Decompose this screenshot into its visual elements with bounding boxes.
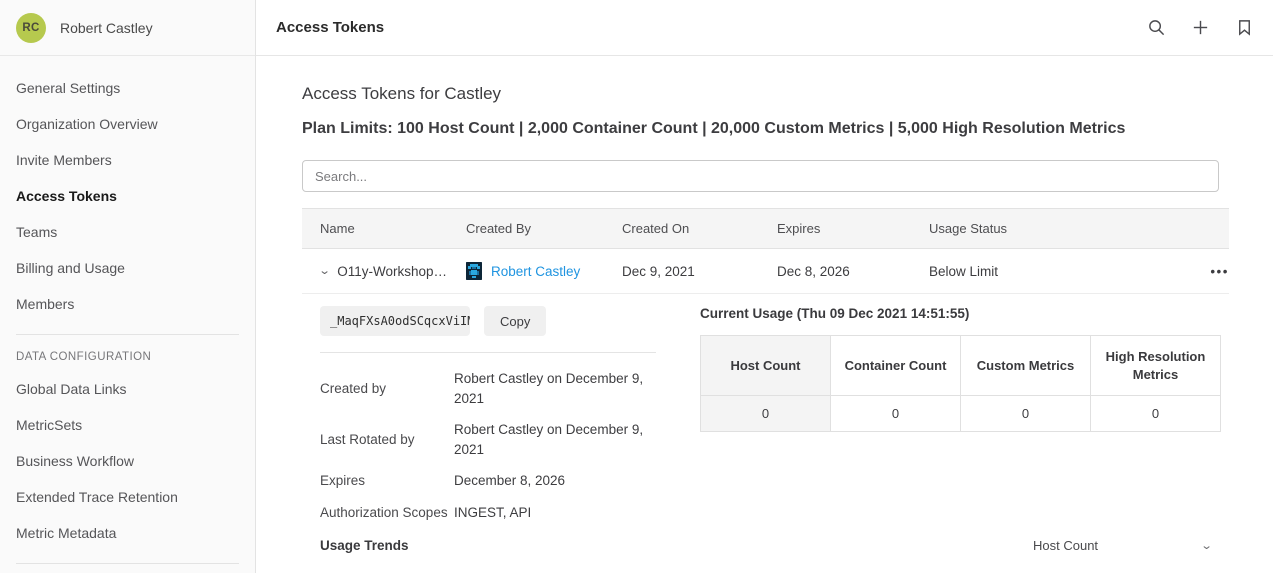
- token-detail-panel: _MaqFXsA0odSCqcxViIM Copy Created by Rob…: [302, 302, 1229, 528]
- usage-column-high-resolution-metrics: High Resolution Metrics: [1090, 334, 1221, 397]
- sidebar-item-business-workflow[interactable]: Business Workflow: [0, 443, 255, 479]
- usage-value-container-count: 0: [830, 395, 961, 433]
- search-input[interactable]: [302, 160, 1219, 192]
- row-actions-menu-icon[interactable]: •••: [1149, 248, 1229, 294]
- usage-trends-selected-metric: Host Count: [1033, 538, 1099, 554]
- usage-header-row: Host Count Container Count Custom Metric…: [700, 334, 1221, 397]
- usage-value-host-count: 0: [700, 395, 831, 433]
- meta-value-created-by: Robert Castley on December 9, 2021: [454, 371, 644, 406]
- column-header-created-by[interactable]: Created By: [466, 208, 622, 249]
- created-by-link[interactable]: Robert Castley: [491, 264, 580, 279]
- current-usage-section: Current Usage (Thu 09 Dec 2021 14:51:55)…: [674, 302, 1229, 528]
- chevron-down-icon[interactable]: ⌄: [318, 265, 330, 277]
- topbar-actions: [1145, 17, 1255, 39]
- access-tokens-heading: Access Tokens for Castley: [302, 84, 502, 103]
- sidebar-item-global-data-links[interactable]: Global Data Links: [0, 371, 255, 407]
- current-usage-table: Host Count Container Count Custom Metric…: [700, 334, 1221, 433]
- tokens-table-body: ⌄ O11y-Workshop… Robert Castley Dec 9, 2…: [302, 248, 1229, 294]
- meta-row-authorization-scopes: Authorization Scopes INGEST, API: [320, 497, 656, 529]
- sidebar-item-invite-members[interactable]: Invite Members: [0, 142, 255, 178]
- plus-icon[interactable]: [1189, 17, 1211, 39]
- token-value-row: _MaqFXsA0odSCqcxViIM Copy: [302, 302, 674, 336]
- usage-trends-metric-select[interactable]: Host Count ⌄: [1033, 538, 1229, 553]
- meta-value-last-rotated-by: Robert Castley on December 9, 2021: [454, 422, 644, 457]
- sidebar-item-billing-and-usage[interactable]: Billing and Usage: [0, 250, 255, 286]
- current-usage-body: 0 0 0 0: [700, 395, 1221, 433]
- column-header-actions: [1149, 208, 1229, 249]
- usage-trends-bar: Usage Trends Host Count ⌄: [302, 538, 1229, 553]
- user-avatar-icon: [466, 262, 482, 280]
- usage-column-custom-metrics: Custom Metrics: [960, 334, 1091, 397]
- usage-column-container-count: Container Count: [830, 334, 961, 397]
- token-metadata-list: Created by Robert Castley on December 9,…: [302, 353, 674, 528]
- column-header-usage-status[interactable]: Usage Status: [929, 208, 1149, 249]
- main-panel: Access Tokens Access Tokens for Castley …: [256, 0, 1273, 573]
- tokens-table-header: Name Created By Created On Expires Usage…: [302, 208, 1229, 249]
- meta-label-authorization-scopes: Authorization Scopes: [320, 504, 448, 520]
- usage-value-high-resolution-metrics: 0: [1090, 395, 1221, 433]
- usage-value-custom-metrics: 0: [960, 395, 1091, 433]
- sidebar-item-metricsets[interactable]: MetricSets: [0, 407, 255, 443]
- avatar: RC: [16, 12, 46, 43]
- meta-label-created-by: Created by: [320, 380, 387, 396]
- bookmark-icon[interactable]: [1233, 17, 1255, 39]
- sidebar-item-metric-metadata[interactable]: Metric Metadata: [0, 515, 255, 551]
- sidebar-item-general-settings[interactable]: General Settings: [0, 70, 255, 106]
- token-detail-left: _MaqFXsA0odSCqcxViIM Copy Created by Rob…: [302, 302, 674, 528]
- cell-token-name: ⌄ O11y-Workshop…: [302, 248, 466, 294]
- usage-value-row: 0 0 0 0: [700, 395, 1221, 433]
- plan-limits-text: Plan Limits: 100 Host Count | 2,000 Cont…: [302, 120, 1126, 137]
- page-title: Access Tokens: [276, 19, 385, 36]
- table-row[interactable]: ⌄ O11y-Workshop… Robert Castley Dec 9, 2…: [302, 248, 1229, 294]
- meta-value-expires: December 8, 2026: [454, 473, 566, 489]
- app-root: RC Robert Castley General Settings Organ…: [0, 0, 1273, 573]
- search-icon[interactable]: [1145, 17, 1167, 39]
- sidebar-item-extended-trace-retention[interactable]: Extended Trace Retention: [0, 479, 255, 515]
- sidebar-divider-bottom: [16, 563, 239, 564]
- chevron-down-icon: ⌄: [1200, 540, 1213, 553]
- sidebar-item-access-tokens[interactable]: Access Tokens: [0, 178, 255, 214]
- meta-label-last-rotated-by: Last Rotated by: [320, 431, 415, 447]
- sidebar-group-label-data-configuration: DATA CONFIGURATION: [16, 351, 152, 363]
- copy-button[interactable]: Copy: [484, 306, 547, 336]
- sidebar-item-members[interactable]: Members: [0, 286, 255, 322]
- meta-row-created-by: Created by Robert Castley on December 9,…: [320, 363, 656, 414]
- meta-value-authorization-scopes: INGEST, API: [454, 504, 532, 520]
- sidebar-user-name: Robert Castley: [60, 19, 153, 36]
- page-content: Access Tokens for Castley Plan Limits: 1…: [256, 56, 1273, 553]
- current-usage-header: Host Count Container Count Custom Metric…: [700, 334, 1221, 397]
- column-header-name[interactable]: Name: [302, 208, 466, 249]
- sidebar-item-organization-overview[interactable]: Organization Overview: [0, 106, 255, 142]
- sidebar-nav: General Settings Organization Overview I…: [0, 56, 255, 564]
- column-header-expires[interactable]: Expires: [777, 208, 929, 249]
- usage-column-host-count: Host Count: [700, 334, 831, 397]
- column-header-created-on[interactable]: Created On: [622, 208, 777, 249]
- cell-usage-status: Below Limit: [929, 248, 1149, 294]
- usage-trends-title: Usage Trends: [320, 538, 409, 554]
- table-header-row: Name Created By Created On Expires Usage…: [302, 208, 1229, 249]
- sidebar-user[interactable]: RC Robert Castley: [0, 0, 255, 56]
- meta-label-expires: Expires: [320, 473, 366, 489]
- topbar: Access Tokens: [256, 0, 1273, 56]
- cell-created-by: Robert Castley: [466, 248, 622, 294]
- meta-row-expires: Expires December 8, 2026: [320, 465, 656, 497]
- sidebar: RC Robert Castley General Settings Organ…: [0, 0, 256, 573]
- meta-row-last-rotated-by: Last Rotated by Robert Castley on Decemb…: [320, 414, 656, 465]
- token-value-field[interactable]: _MaqFXsA0odSCqcxViIM: [320, 306, 470, 336]
- tokens-table: Name Created By Created On Expires Usage…: [302, 208, 1229, 294]
- cell-expires: Dec 8, 2026: [777, 248, 929, 294]
- cell-created-on: Dec 9, 2021: [622, 248, 777, 294]
- current-usage-title: Current Usage (Thu 09 Dec 2021 14:51:55): [700, 306, 970, 321]
- token-name-label: O11y-Workshop…: [337, 263, 448, 279]
- sidebar-item-teams[interactable]: Teams: [0, 214, 255, 250]
